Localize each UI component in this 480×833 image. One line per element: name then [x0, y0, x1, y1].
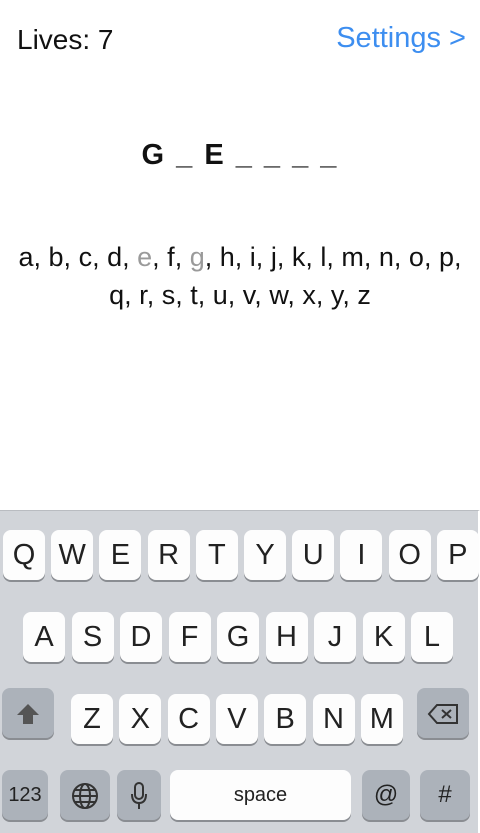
key-c[interactable]: C	[167, 694, 210, 744]
letter-t: t	[190, 280, 198, 310]
key-z[interactable]: Z	[71, 694, 113, 744]
letter-v: v	[242, 280, 255, 310]
letter-list: a, b, c, d, e, f, g, h, i, j, k, l, m, n…	[18, 242, 462, 310]
key-d[interactable]: D	[120, 612, 162, 662]
key-p[interactable]: P	[436, 530, 479, 580]
letter-k: k	[291, 242, 306, 272]
letter-w: w	[269, 280, 288, 310]
letter-x: x	[302, 280, 316, 310]
key-u[interactable]: U	[292, 530, 335, 580]
key-h[interactable]: H	[265, 612, 308, 662]
key-k[interactable]: K	[362, 612, 405, 662]
letter-z: z	[357, 280, 371, 310]
key-x[interactable]: X	[119, 694, 162, 744]
keyboard: 123 space @ # QWERTYUIOP ASDFGHJKL ZXCVBNM	[0, 510, 480, 833]
globe-key[interactable]	[60, 770, 110, 820]
key-s[interactable]: S	[71, 612, 114, 662]
microphone-key[interactable]	[117, 770, 161, 820]
letter-h: h	[219, 242, 235, 272]
key-f[interactable]: F	[168, 612, 211, 662]
settings-button[interactable]: Settings >	[336, 20, 466, 56]
letter-s: s	[161, 280, 176, 310]
key-q[interactable]: Q	[3, 530, 45, 580]
key-m[interactable]: M	[360, 694, 403, 744]
key-t[interactable]: T	[195, 530, 238, 580]
letter-u: u	[212, 280, 228, 310]
letter-c: c	[78, 242, 93, 272]
shift-icon	[17, 704, 39, 725]
hash-key[interactable]: #	[420, 770, 470, 820]
shift-key[interactable]	[2, 688, 54, 738]
backspace-icon	[427, 704, 458, 725]
key-i[interactable]: I	[340, 530, 383, 580]
key-g[interactable]: G	[217, 612, 259, 662]
key-o[interactable]: O	[388, 530, 431, 580]
letter-e: e	[137, 242, 153, 272]
key-w[interactable]: W	[51, 530, 94, 580]
numbers-key[interactable]: 123	[2, 770, 48, 820]
at-key[interactable]: @	[362, 770, 410, 820]
letter-r: r	[139, 280, 147, 310]
letter-p: p	[438, 242, 454, 272]
microphone-icon	[131, 782, 147, 810]
letter-d: d	[107, 242, 123, 272]
letter-a: a	[18, 242, 34, 272]
letter-b: b	[48, 242, 64, 272]
key-l[interactable]: L	[411, 612, 453, 662]
letter-f: f	[167, 242, 175, 272]
word-display: G _ E _ _ _ _	[141, 139, 339, 171]
key-j[interactable]: J	[314, 612, 356, 662]
globe-icon	[72, 783, 98, 810]
letter-y: y	[330, 280, 343, 310]
key-r[interactable]: R	[147, 530, 190, 580]
key-b[interactable]: B	[264, 694, 307, 744]
letter-g: g	[189, 242, 205, 272]
key-e[interactable]: E	[99, 530, 142, 580]
letter-o: o	[408, 242, 424, 272]
letter-n: n	[378, 242, 394, 272]
space-key[interactable]: space	[170, 770, 351, 820]
key-n[interactable]: N	[312, 694, 355, 744]
key-a[interactable]: A	[23, 612, 65, 662]
delete-key[interactable]	[417, 688, 469, 738]
key-v[interactable]: V	[215, 694, 258, 744]
letter-m: m	[341, 242, 364, 272]
letter-q: q	[109, 280, 125, 310]
lives-counter: Lives: 7	[17, 24, 114, 55]
key-y[interactable]: Y	[244, 530, 286, 580]
